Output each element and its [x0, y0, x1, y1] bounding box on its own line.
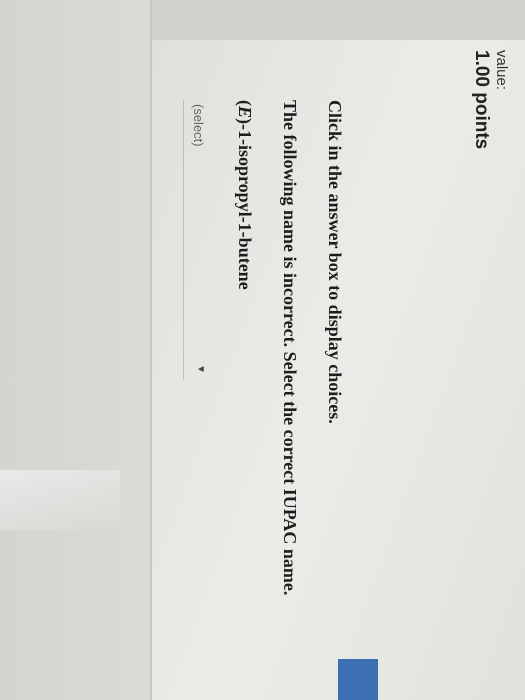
next-button[interactable] — [338, 659, 378, 700]
incorrect-name: (E)-1-isopropyl-1-butene — [235, 100, 255, 290]
question-panel: value: 1.00 points Click in the answer b… — [40, 40, 510, 690]
answer-select[interactable]: (select) ▼ — [183, 100, 210, 380]
points-value: 1.00 points — [471, 50, 492, 150]
question-prompt: The following name is incorrect. Select … — [280, 100, 300, 596]
screen: value: 1.00 points Click in the answer b… — [0, 0, 525, 700]
answer-select-placeholder: (select) — [191, 104, 206, 147]
value-label: value: — [493, 50, 510, 91]
question-instruction: Click in the answer box to display choic… — [325, 100, 345, 424]
dropdown-arrow-icon: ▼ — [195, 364, 206, 374]
